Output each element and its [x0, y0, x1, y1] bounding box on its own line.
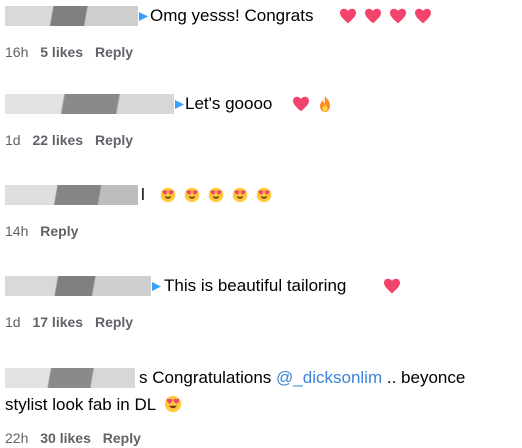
heart-eyes-emoji: [184, 187, 200, 203]
likes-count[interactable]: 17 likes: [32, 312, 83, 332]
verified-badge-fragment: [175, 100, 184, 109]
comment-meta: 22h 30 likes Reply: [5, 428, 149, 448]
comment-meta: 1d 17 likes Reply: [5, 312, 141, 332]
redacted-username: [5, 6, 138, 26]
reply-button[interactable]: Reply: [95, 42, 133, 62]
heart-eyes-emoji: [232, 187, 248, 203]
comment-time: 1d: [5, 314, 21, 330]
comment-text-line-2: stylist look fab in DL: [5, 395, 156, 414]
reply-button[interactable]: Reply: [40, 221, 78, 241]
comment-4: This is beautiful tailoring 1d 17 likes …: [0, 272, 522, 330]
comment-text: l: [141, 185, 145, 204]
verified-badge-fragment: [152, 282, 161, 291]
comment-2: Let's goooo 1d 22 likes Reply: [0, 90, 522, 148]
fire-emoji: [320, 96, 330, 112]
comment-line: s Congratulations @_dicksonlim .. beyonc…: [0, 364, 522, 392]
comment-meta: 14h Reply: [5, 221, 86, 241]
comment-text: Omg yesss! Congrats: [150, 6, 314, 25]
comment-text-after-mention: .. beyonce: [386, 368, 466, 387]
heart-emoji: [340, 8, 356, 24]
comment-line-2: stylist look fab in DL: [5, 392, 182, 418]
comment-5: s Congratulations @_dicksonlim .. beyonc…: [0, 364, 522, 446]
comment-text: This is beautiful tailoring: [164, 276, 347, 295]
comment-3: l 14h Reply: [0, 181, 522, 239]
comment-line: Let's goooo: [0, 90, 522, 118]
likes-count[interactable]: 5 likes: [40, 42, 83, 62]
comment-1: Omg yesss! Congrats 16h 5 likes Reply: [0, 2, 522, 60]
heart-eyes-emoji: [208, 187, 224, 203]
comment-time: 16h: [5, 44, 29, 60]
comment-text: Let's goooo: [185, 94, 273, 113]
comment-time: 14h: [5, 223, 29, 239]
comment-line: Omg yesss! Congrats: [0, 2, 522, 30]
redacted-username: [5, 94, 174, 114]
comment-line: This is beautiful tailoring: [0, 272, 522, 300]
mention-link[interactable]: @_dicksonlim: [276, 368, 382, 387]
comment-time: 22h: [5, 430, 29, 446]
redacted-username: [5, 368, 135, 388]
redacted-username: [5, 185, 138, 205]
reply-button[interactable]: Reply: [95, 312, 133, 332]
reply-button[interactable]: Reply: [95, 130, 133, 150]
heart-emoji: [293, 96, 309, 112]
redacted-username: [5, 276, 151, 296]
comment-meta: 1d 22 likes Reply: [5, 130, 141, 150]
reply-button[interactable]: Reply: [103, 428, 141, 448]
verified-badge-fragment: [139, 12, 148, 21]
heart-eyes-emoji: [256, 187, 272, 203]
comment-line: l: [0, 181, 522, 209]
comment-text-before-mention: s Congratulations: [139, 368, 272, 387]
heart-emoji: [365, 8, 381, 24]
heart-eyes-emoji: [160, 187, 176, 203]
heart-emoji: [384, 278, 400, 294]
comment-meta: 16h 5 likes Reply: [5, 42, 141, 62]
comment-time: 1d: [5, 132, 21, 148]
comment-text: s Congratulations @_dicksonlim .. beyonc…: [139, 364, 465, 392]
heart-emoji: [390, 8, 406, 24]
likes-count[interactable]: 30 likes: [40, 428, 91, 448]
likes-count[interactable]: 22 likes: [32, 130, 83, 150]
heart-emoji: [415, 8, 431, 24]
heart-eyes-emoji: [165, 395, 182, 413]
